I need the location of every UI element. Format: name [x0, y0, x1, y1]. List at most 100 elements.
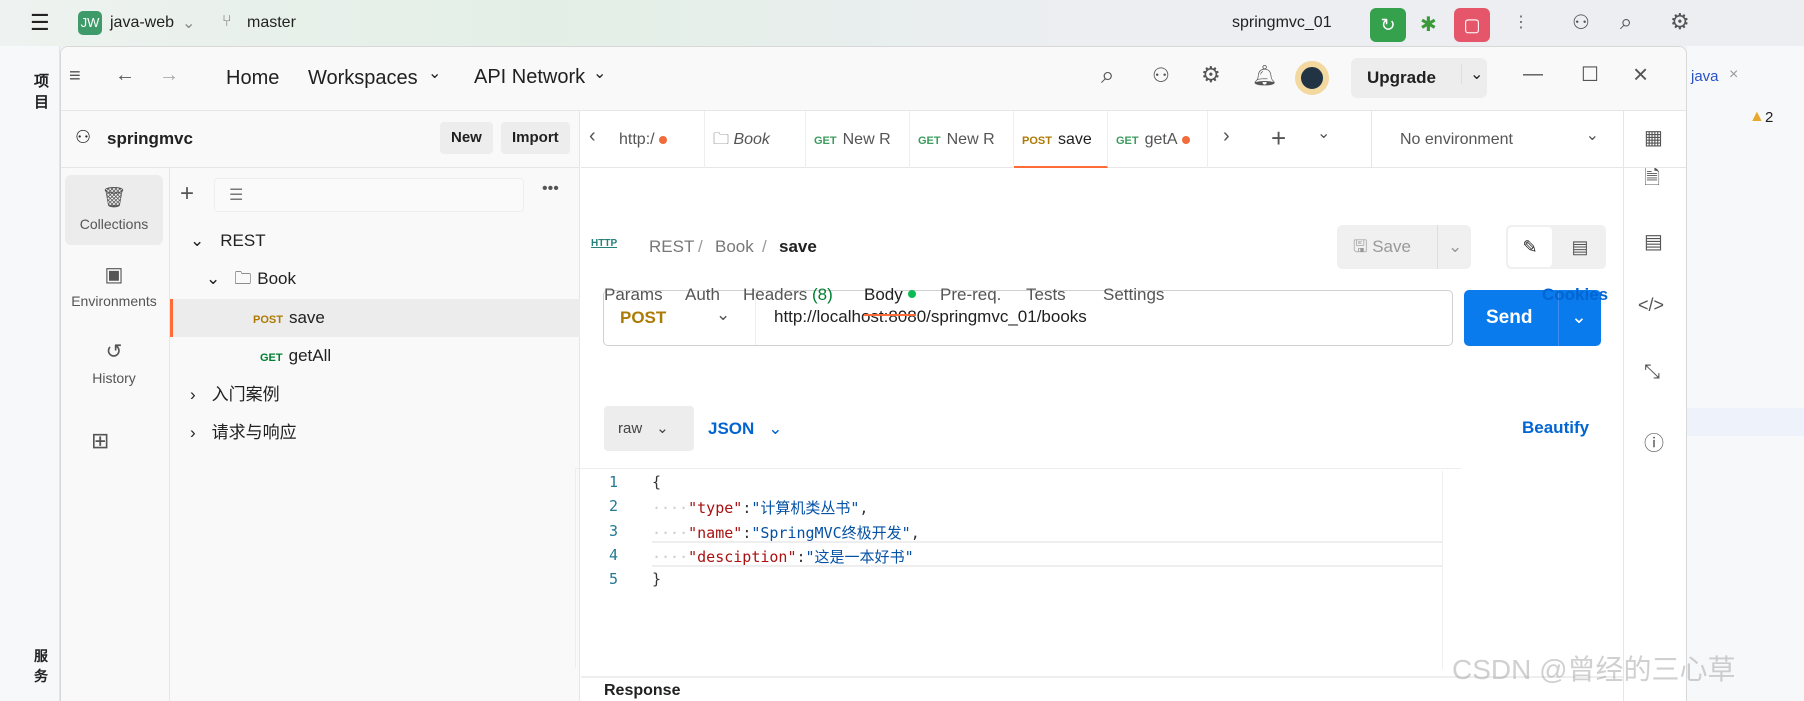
- tree-request-getall[interactable]: GET getAll: [170, 337, 580, 375]
- api-network-menu[interactable]: API Network: [474, 66, 585, 89]
- tab-headers[interactable]: Headers (8): [743, 285, 833, 305]
- tab[interactable]: 🗀︎ Book: [705, 111, 806, 168]
- maximize-icon[interactable]: ☐: [1581, 62, 1599, 87]
- add-user-icon[interactable]: ⚇: [1572, 10, 1590, 35]
- tab-body[interactable]: Body: [864, 285, 916, 316]
- format-selector[interactable]: JSON ⌄: [708, 406, 783, 451]
- chevron-down-icon[interactable]: ⌄: [1437, 225, 1462, 269]
- close-icon[interactable]: ×: [1633, 59, 1648, 90]
- tab-label: New R: [946, 131, 995, 148]
- code-editor[interactable]: 1 2 3 4 5 { ····"type":"计算机类丛书", ····"na…: [575, 468, 1462, 669]
- tab-tests[interactable]: Tests: [1026, 285, 1066, 305]
- more-icon[interactable]: •••: [542, 180, 559, 198]
- debug-icon[interactable]: ✱: [1420, 12, 1437, 37]
- chevron-down-icon[interactable]: ⌄: [1461, 64, 1483, 84]
- close-icon[interactable]: ×: [1729, 66, 1738, 84]
- branch-selector[interactable]: master: [247, 14, 296, 32]
- tab-label: http:/: [619, 131, 655, 148]
- project-selector[interactable]: java-web: [110, 14, 174, 32]
- notifications-icon[interactable]: 🔔︎: [1252, 63, 1277, 88]
- workspace-icon: ⚇: [75, 127, 92, 147]
- chevron-right-icon[interactable]: ›: [1223, 125, 1230, 148]
- home-link[interactable]: Home: [226, 67, 279, 90]
- chevron-left-icon[interactable]: ‹: [589, 125, 596, 148]
- documentation-icon[interactable]: 🗎︎: [1644, 163, 1660, 197]
- search-icon[interactable]: ⌕: [1101, 62, 1114, 90]
- tab[interactable]: GET New R: [910, 111, 1014, 168]
- beautify-link[interactable]: Beautify: [1522, 418, 1589, 438]
- tree-label: 请求与响应: [211, 423, 297, 442]
- run-button[interactable]: ↻: [1370, 8, 1406, 42]
- import-button[interactable]: Import: [501, 122, 570, 154]
- rail-label: Collections: [79, 216, 149, 232]
- menu-icon[interactable]: ☰: [30, 10, 50, 36]
- editor-scrollbar[interactable]: [1442, 471, 1462, 669]
- save-button[interactable]: 🖫︎ Save ⌄: [1337, 225, 1471, 269]
- services-panel-label[interactable]: 服务: [34, 646, 59, 686]
- tree-label: Book: [257, 269, 296, 288]
- tree-collection[interactable]: › 入门案例: [170, 376, 580, 414]
- new-tab-icon[interactable]: +: [1271, 123, 1286, 154]
- upgrade-button[interactable]: Upgrade ⌄: [1351, 58, 1487, 98]
- sidebar-item-environments[interactable]: ▣ Environments: [65, 252, 163, 322]
- cookies-link[interactable]: Cookies: [1542, 285, 1608, 305]
- breadcrumb-item[interactable]: REST: [649, 237, 694, 257]
- comments-icon[interactable]: ▤: [1558, 227, 1602, 267]
- url-input[interactable]: http://localhost:8080/springmvc_01/books: [774, 307, 1087, 327]
- more-icon[interactable]: ⋮: [1513, 12, 1529, 32]
- editor-tab[interactable]: java: [1691, 68, 1719, 85]
- stop-button[interactable]: ▢: [1454, 8, 1490, 42]
- related-icon[interactable]: ⤡: [1644, 361, 1660, 384]
- workspaces-menu[interactable]: Workspaces: [308, 67, 418, 90]
- history-icon: ↺: [105, 341, 123, 363]
- project-panel-label[interactable]: 项目: [34, 70, 59, 112]
- filter-input[interactable]: ☰: [214, 178, 524, 212]
- tab-prereq[interactable]: Pre-req.: [940, 285, 1001, 305]
- run-config-selector[interactable]: springmvc_01: [1232, 14, 1332, 32]
- add-workbench-icon[interactable]: ⊞: [91, 428, 109, 454]
- tree-collection-rest[interactable]: ⌄ REST: [170, 222, 580, 260]
- ide-highlight-line: [1687, 408, 1804, 436]
- breadcrumb-item[interactable]: Book: [715, 237, 754, 257]
- sidebar-item-history[interactable]: ↺ History: [65, 329, 163, 399]
- tab-params[interactable]: Params: [604, 285, 663, 305]
- forward-icon[interactable]: →: [159, 64, 179, 87]
- sidebar-item-collections[interactable]: 🗑︎ Collections: [65, 175, 163, 245]
- settings-icon[interactable]: ⚙: [1201, 62, 1221, 88]
- comments-icon[interactable]: ▤: [1644, 229, 1663, 254]
- tab[interactable]: GET New R: [806, 111, 910, 168]
- chevron-down-icon[interactable]: ⌄: [1317, 123, 1330, 143]
- method-badge: GET: [1116, 135, 1139, 147]
- folder-icon: 🗀︎: [234, 269, 252, 288]
- code-icon[interactable]: </>: [1638, 295, 1664, 316]
- warnings-count[interactable]: 2: [1765, 109, 1773, 126]
- tab-settings[interactable]: Settings: [1103, 285, 1164, 305]
- tab-active[interactable]: POST save: [1014, 111, 1108, 168]
- edit-icon[interactable]: ✎: [1508, 227, 1552, 267]
- tab[interactable]: GET getA: [1108, 111, 1208, 168]
- avatar[interactable]: [1295, 61, 1329, 95]
- tree-collection[interactable]: › 请求与响应: [170, 414, 580, 452]
- menu-icon[interactable]: ≡: [69, 65, 81, 88]
- search-icon[interactable]: ⌕: [1620, 9, 1632, 35]
- tab-auth[interactable]: Auth: [685, 285, 720, 305]
- info-icon[interactable]: ⓘ: [1644, 427, 1664, 456]
- invite-icon[interactable]: ⚇: [1152, 63, 1170, 88]
- environment-selector[interactable]: No environment ⌄: [1371, 111, 1623, 168]
- new-button[interactable]: New: [440, 122, 493, 154]
- tab-label: New R: [842, 131, 891, 148]
- folder-icon: 🗀︎: [713, 131, 734, 148]
- tree-folder-book[interactable]: ⌄ 🗀︎ Book: [170, 260, 580, 298]
- chevron-down-icon: ⌄: [190, 231, 205, 250]
- request-name[interactable]: save: [779, 237, 817, 257]
- body-mode-selector[interactable]: raw ⌄: [604, 406, 694, 451]
- sidebar-rail: 🗑︎ Collections ▣ Environments ↺ History ⊞: [61, 168, 170, 701]
- tab[interactable]: http:/: [617, 111, 705, 168]
- add-icon[interactable]: +: [180, 180, 194, 208]
- tree-label: getAll: [288, 346, 332, 365]
- back-icon[interactable]: ←: [115, 64, 135, 87]
- environment-quicklook-icon[interactable]: ▦: [1644, 125, 1663, 150]
- tree-request-save[interactable]: POST save: [170, 299, 580, 337]
- minimize-icon[interactable]: —: [1523, 63, 1543, 86]
- settings-icon[interactable]: ⚙: [1670, 9, 1690, 35]
